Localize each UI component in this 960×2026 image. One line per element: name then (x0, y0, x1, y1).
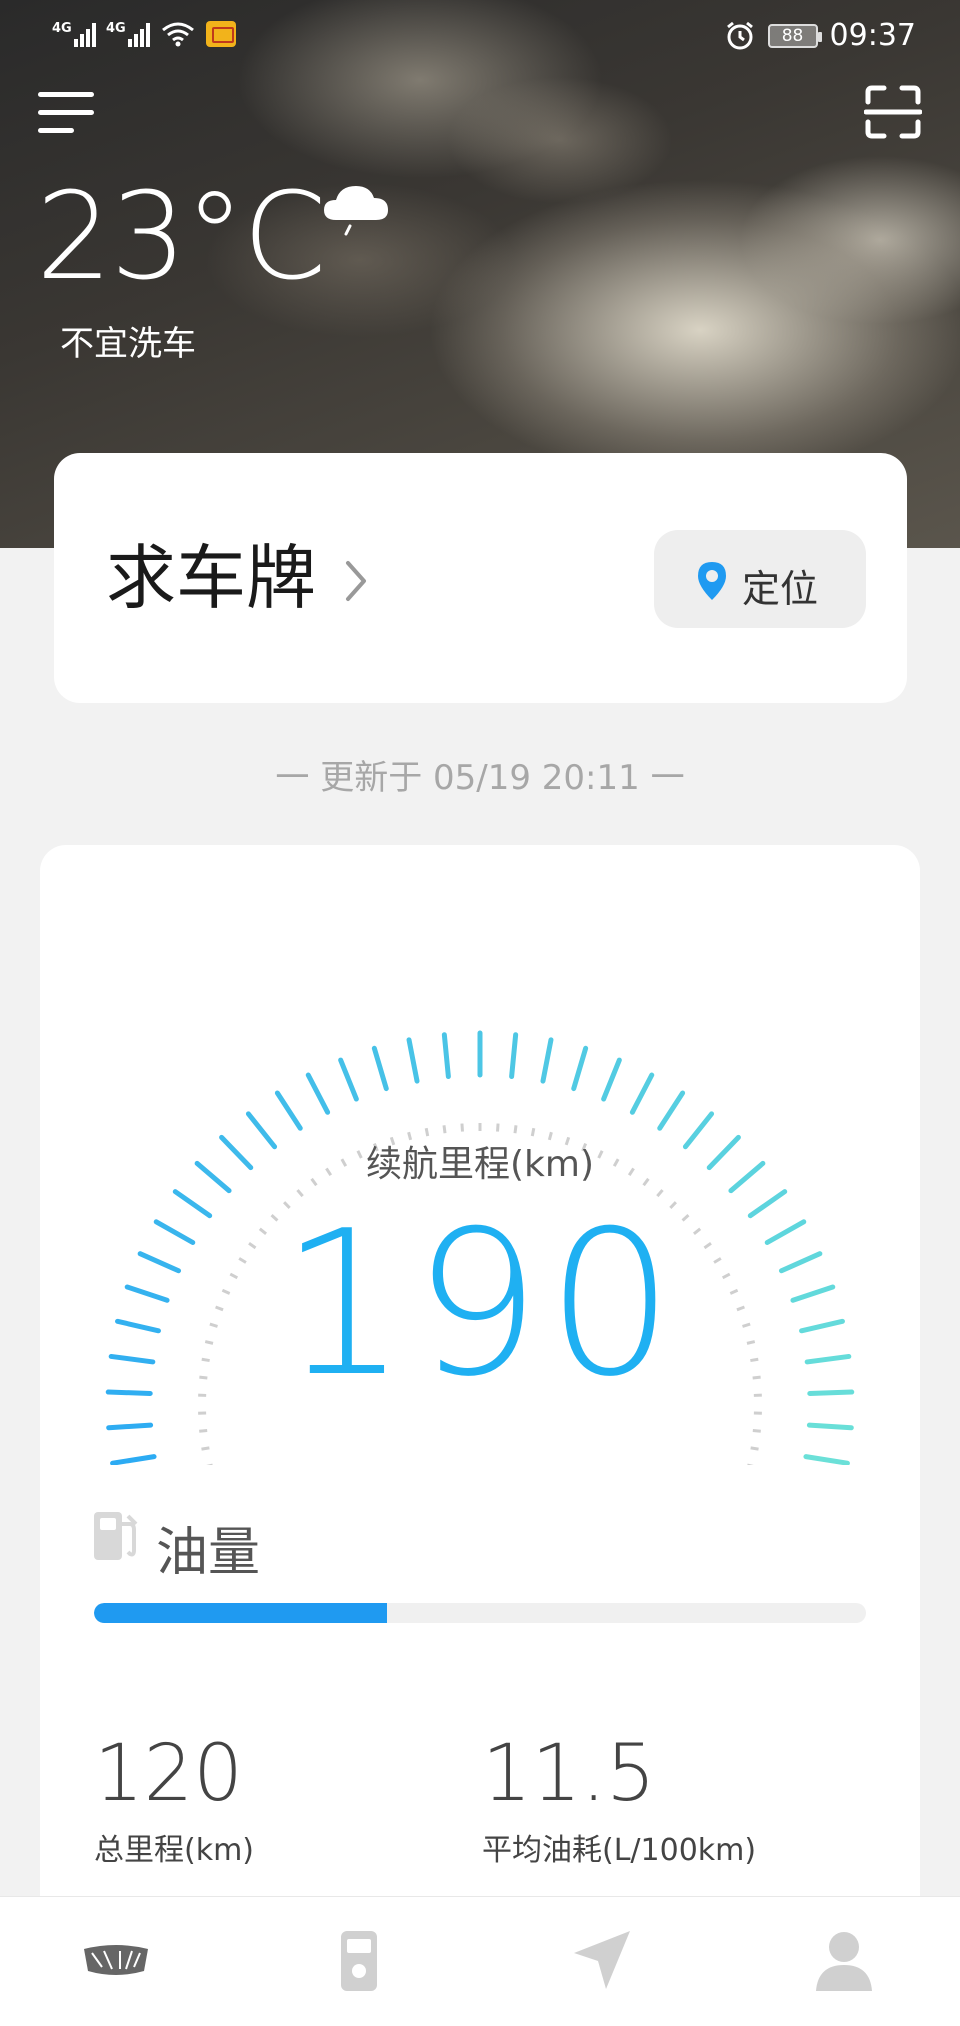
fuel-pump-icon (94, 1512, 138, 1560)
total-mileage-value: 120 (94, 1729, 243, 1819)
network-type: 4G (106, 21, 126, 36)
gauge-minor-tick (199, 1428, 208, 1433)
gauge-tick (371, 1045, 389, 1092)
temperature: 23°C (36, 168, 326, 307)
car-wash-advice: 不宜洗车 (60, 324, 196, 364)
scan-icon[interactable] (864, 84, 922, 140)
wifi-icon (162, 22, 194, 47)
range-value: 190 (280, 1188, 680, 1421)
fuel-label: 油量 (156, 1523, 261, 1583)
range-label: 续航里程(km) (365, 1144, 594, 1185)
gauge-tick (601, 1057, 622, 1102)
vehicle-status-card: 续航里程(km) 190 油量 120 总里程(km) 11.5 平均油耗(L/… (40, 845, 920, 2026)
gauge-tick (806, 1422, 854, 1431)
gauge-minor-tick (496, 1123, 500, 1132)
total-mileage-caption: 总里程(km) (94, 1833, 255, 1868)
bottom-tab-bar (0, 1896, 960, 2026)
network-type: 4G (52, 21, 72, 36)
signal-icon: 4G (106, 21, 150, 47)
car-logo-icon[interactable] (80, 1927, 152, 1995)
gauge-minor-tick (460, 1123, 464, 1132)
user-icon[interactable] (808, 1927, 880, 1995)
gauge-minor-tick (752, 1428, 761, 1433)
mail-notification-icon (206, 21, 236, 47)
gauge-tick (274, 1090, 303, 1131)
location-pin-icon (698, 562, 726, 600)
avg-fuel-consumption: 11.5 平均油耗(L/100km) (482, 1735, 756, 1869)
signal-icon: 4G (52, 21, 96, 47)
cloud-rain-icon (324, 186, 388, 236)
navigation-arrow-icon[interactable] (566, 1927, 638, 1995)
gauge-tick (657, 1090, 686, 1131)
plate-title[interactable]: 求车牌 (106, 543, 316, 613)
gauge-tick (441, 1032, 451, 1080)
alarm-icon (726, 21, 753, 49)
gauge-tick (106, 1422, 154, 1431)
gauge-tick (110, 1454, 157, 1465)
menu-icon[interactable] (38, 92, 96, 134)
status-left: 4G 4G (52, 20, 236, 48)
locate-button[interactable]: 定位 (654, 530, 866, 628)
gauge-tick (803, 1454, 850, 1465)
gauge-tick (338, 1057, 359, 1102)
chevron-right-icon[interactable] (344, 559, 370, 603)
fuel-station-icon[interactable] (323, 1927, 395, 1995)
gauge-tick (571, 1045, 589, 1092)
avg-fuel-consumption-caption: 平均油耗(L/100km) (482, 1833, 757, 1868)
gauge-minor-tick (750, 1446, 759, 1451)
gauge-minor-tick (201, 1446, 210, 1451)
gauge-minor-tick (442, 1125, 447, 1134)
gauge-tick (629, 1072, 655, 1115)
gauge-tick (540, 1037, 554, 1084)
gauge-tick (509, 1032, 519, 1080)
status-bar: 4G 4G 88 09:37 (0, 0, 960, 80)
battery-icon: 88 (767, 23, 822, 48)
gauge-minor-tick (513, 1125, 518, 1134)
avg-fuel-consumption-value: 11.5 (482, 1729, 656, 1819)
update-time: 一 更新于 05/19 20:11 一 (275, 758, 685, 798)
gauge-tick (305, 1072, 331, 1115)
fuel-level-fill (94, 1603, 388, 1623)
fuel-level-bar (94, 1603, 866, 1623)
locate-label: 定位 (742, 567, 819, 611)
gauge-tick (406, 1037, 420, 1084)
total-mileage: 120 总里程(km) (94, 1735, 254, 1869)
status-right: 88 09:37 (724, 18, 916, 53)
clock: 09:37 (829, 18, 916, 53)
plate-card: 求车牌 定位 (54, 453, 907, 703)
